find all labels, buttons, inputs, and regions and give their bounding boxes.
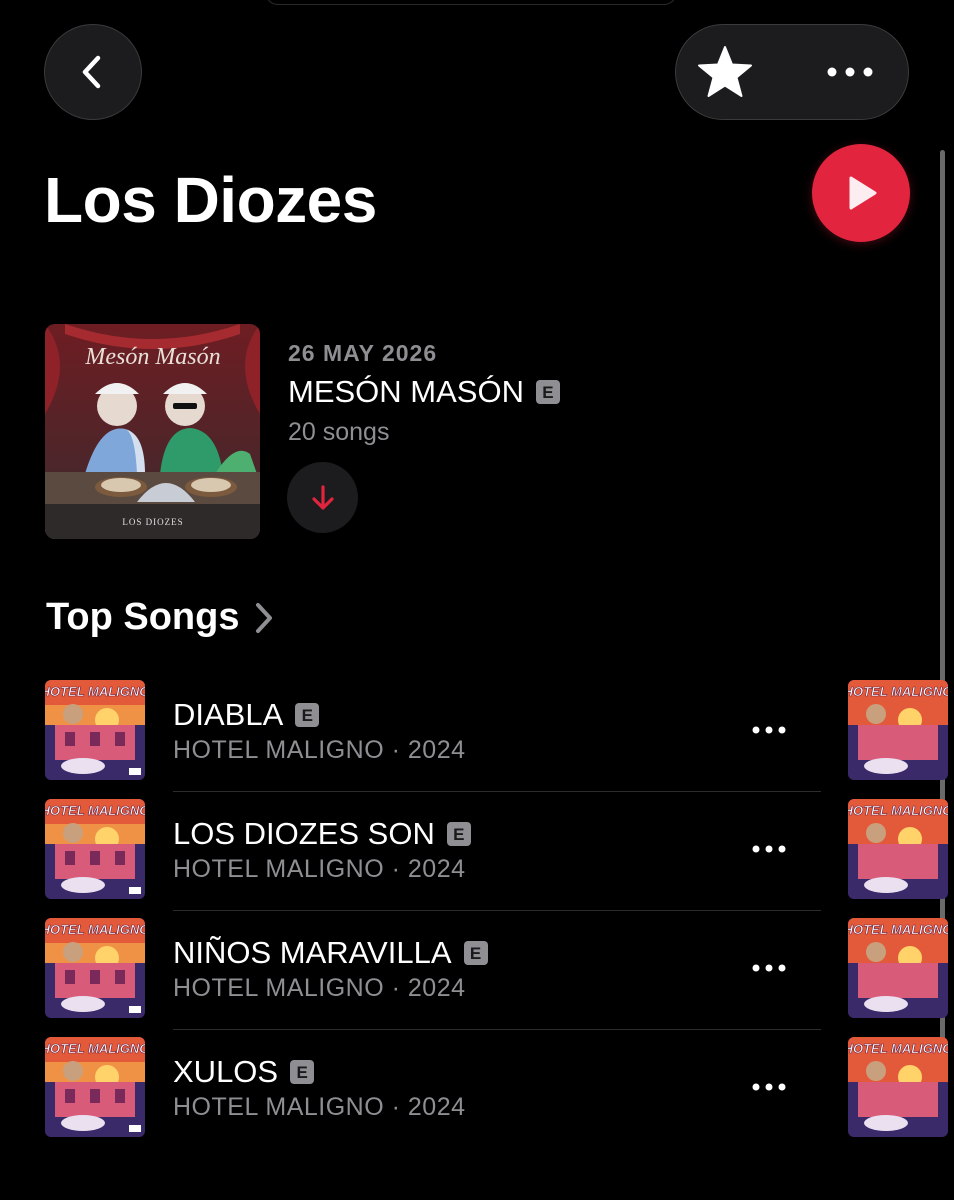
album-cover-title: HOTEL MALIGNO — [45, 684, 145, 699]
release-title: MESÓN MASÓN — [288, 374, 524, 409]
release-cover-art[interactable]: Mesón Masón LOS DIOZES — [45, 324, 260, 539]
ellipsis-icon — [752, 845, 786, 853]
ellipsis-icon — [752, 726, 786, 734]
song-row[interactable]: HOTEL MALIGNO DIABLA E HOTEL MALIGNO · 2… — [0, 680, 954, 799]
release-cover-title: Mesón Masón — [84, 344, 220, 370]
song-subtitle: HOTEL MALIGNO · 2024 — [173, 1093, 466, 1121]
song-title: DIABLA — [173, 697, 284, 732]
song-subtitle: HOTEL MALIGNO · 2024 — [173, 855, 466, 883]
album-cover-image: HOTEL MALIGNO — [45, 1037, 145, 1137]
song-title-row: XULOS E — [173, 1054, 315, 1090]
row-divider — [173, 1029, 821, 1030]
back-button[interactable] — [44, 24, 142, 120]
song-more-button[interactable] — [742, 948, 796, 988]
song-row[interactable]: HOTEL MALIGNO XULOS E HOTEL MALIGNO · 20… — [0, 1037, 954, 1156]
download-button[interactable] — [287, 462, 358, 533]
artist-page: Los Diozes Mesón Masón LOS DIOZES 26 MAY… — [0, 0, 954, 1200]
song-more-button[interactable] — [742, 829, 796, 869]
album-cover-image: HOTEL MALIGNO — [45, 799, 145, 899]
song-title: LOS DIOZES SON — [173, 816, 435, 851]
explicit-badge: E — [535, 380, 560, 404]
album-cover-image: HOTEL MALIGNO — [848, 1037, 948, 1137]
explicit-badge: E — [463, 941, 488, 965]
album-cover-image: HOTEL MALIGNO — [848, 680, 948, 780]
release-date: 26 MAY 2026 — [288, 340, 438, 366]
release-title-row[interactable]: MESÓN MASÓN E — [288, 374, 560, 410]
ellipsis-icon — [752, 964, 786, 972]
arrow-down-icon — [311, 484, 334, 510]
next-column-cover-art[interactable]: HOTEL MALIGNO — [848, 918, 948, 1018]
song-title: NIÑOS MARAVILLA — [173, 935, 452, 970]
dynamic-island — [265, 0, 677, 5]
song-title: XULOS — [173, 1054, 279, 1089]
next-column-cover-art[interactable]: HOTEL MALIGNO — [848, 680, 948, 780]
song-cover-art: HOTEL MALIGNO — [45, 1037, 145, 1137]
song-more-button[interactable] — [742, 710, 796, 750]
album-cover-image: HOTEL MALIGNO — [848, 799, 948, 899]
top-songs-header[interactable]: Top Songs — [46, 596, 274, 639]
album-cover-title: HOTEL MALIGNO — [45, 1041, 145, 1056]
song-row[interactable]: HOTEL MALIGNO NIÑOS MARAVILLA E HOTEL MA… — [0, 918, 954, 1037]
play-button[interactable] — [812, 144, 910, 242]
song-row[interactable]: HOTEL MALIGNO LOS DIOZES SON E HOTEL MAL… — [0, 799, 954, 918]
section-title: Top Songs — [46, 596, 240, 638]
album-cover-image: HOTEL MALIGNO — [848, 918, 948, 1018]
more-options-button[interactable] — [810, 35, 890, 109]
album-cover-title: HOTEL MALIGNO — [848, 803, 948, 818]
album-cover-image: HOTEL MALIGNO — [45, 680, 145, 780]
release-cover-artist: LOS DIOZES — [122, 517, 183, 527]
song-title-row: DIABLA E — [173, 697, 320, 733]
row-divider — [173, 791, 821, 792]
song-subtitle: HOTEL MALIGNO · 2024 — [173, 736, 466, 764]
song-cover-art: HOTEL MALIGNO — [45, 918, 145, 1018]
next-column-cover-art[interactable]: HOTEL MALIGNO — [848, 799, 948, 899]
header-actions — [675, 24, 909, 120]
album-cover-title: HOTEL MALIGNO — [848, 684, 948, 699]
album-cover-title: HOTEL MALIGNO — [848, 922, 948, 937]
ellipsis-icon — [752, 1083, 786, 1091]
play-icon — [849, 176, 877, 210]
release-song-count: 20 songs — [288, 418, 390, 446]
star-icon — [698, 46, 752, 97]
song-subtitle: HOTEL MALIGNO · 2024 — [173, 974, 466, 1002]
song-title-row: NIÑOS MARAVILLA E — [173, 935, 488, 971]
song-more-button[interactable] — [742, 1067, 796, 1107]
row-divider — [173, 910, 821, 911]
chevron-right-icon — [255, 602, 272, 633]
chevron-left-icon — [82, 55, 101, 89]
album-cover-title: HOTEL MALIGNO — [45, 803, 145, 818]
album-cover-title: HOTEL MALIGNO — [848, 1041, 948, 1056]
explicit-badge: E — [295, 703, 320, 727]
explicit-badge: E — [290, 1060, 315, 1084]
explicit-badge: E — [446, 822, 471, 846]
artist-name: Los Diozes — [44, 164, 377, 236]
song-cover-art: HOTEL MALIGNO — [45, 799, 145, 899]
next-column-cover-art[interactable]: HOTEL MALIGNO — [848, 1037, 948, 1137]
song-title-row: LOS DIOZES SON E — [173, 816, 471, 852]
favorite-button[interactable] — [688, 35, 762, 109]
ellipsis-icon — [827, 67, 873, 77]
album-cover-title: HOTEL MALIGNO — [45, 922, 145, 937]
album-cover-image: HOTEL MALIGNO — [45, 918, 145, 1018]
song-cover-art: HOTEL MALIGNO — [45, 680, 145, 780]
release-cover-image: Mesón Masón LOS DIOZES — [45, 324, 260, 539]
